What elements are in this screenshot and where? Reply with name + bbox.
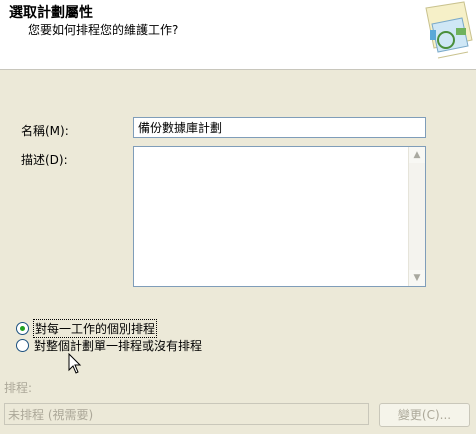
radio-button[interactable] [16,338,29,352]
radio-label: 對每一工作的個別排程 [32,318,158,338]
description-label: 描述(D): [21,153,68,167]
radio-separate-schedules[interactable]: 對每一工作的個別排程 [16,318,158,338]
wizard-header: 選取計劃屬性 您要如何排程您的維護工作? [0,0,476,70]
radio-single-schedule[interactable]: 對整個計劃單一排程或沒有排程 [16,337,202,353]
mouse-pointer-icon [68,353,82,374]
page-subtitle: 您要如何排程您的維護工作? [28,23,179,37]
description-textarea[interactable]: ▲ ▼ [133,146,426,287]
scroll-down-icon[interactable]: ▼ [409,270,425,286]
plan-name-input[interactable] [133,117,426,138]
schedule-field: 未排程 (視需要) [4,403,369,425]
scroll-up-icon[interactable]: ▲ [409,147,425,163]
description-scrollbar[interactable]: ▲ ▼ [408,147,425,286]
page-title: 選取計劃屬性 [9,5,93,21]
schedule-label: 排程: [4,381,33,395]
name-label: 名稱(M): [21,124,69,138]
change-schedule-button[interactable]: 變更(C)... [379,403,470,427]
wizard-header-icon [425,1,473,59]
radio-label: 對整個計劃單一排程或沒有排程 [34,338,203,353]
radio-button-checked[interactable] [16,321,29,335]
